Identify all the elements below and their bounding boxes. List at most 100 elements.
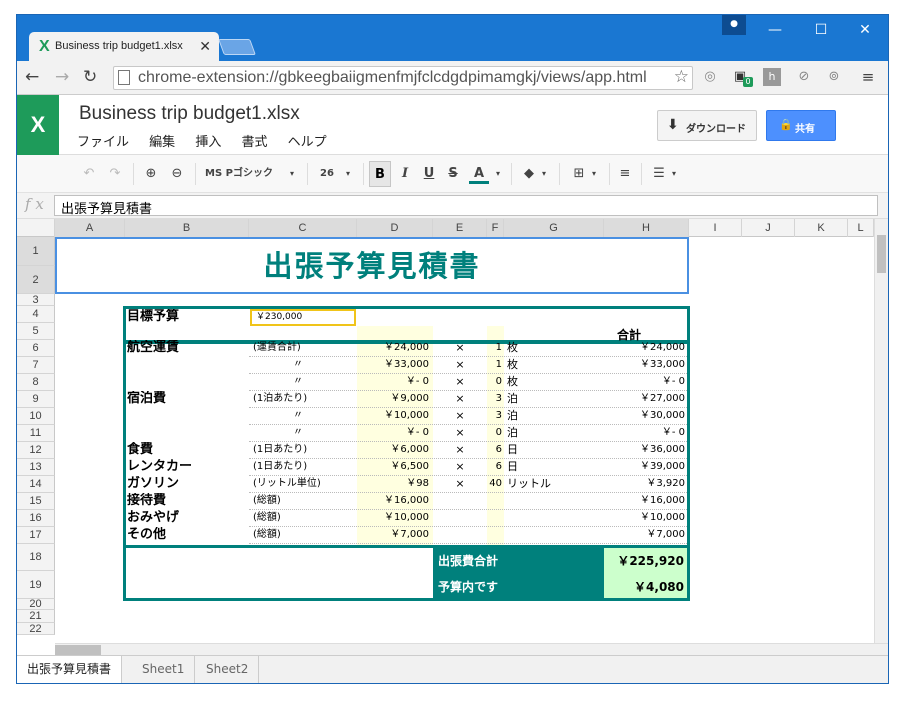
expense-note[interactable]: (総額) [253,510,357,526]
download-button[interactable]: ⬇ ダウンロード [657,110,757,141]
expense-note[interactable]: 〃 [253,357,343,373]
unit-label[interactable]: 枚 [507,340,597,356]
unit-price[interactable]: ￥6,500 [357,459,429,475]
unit-label[interactable]: 枚 [507,357,597,373]
unit-price[interactable]: ￥24,000 [357,340,429,356]
expense-category[interactable]: 航空運賃 [127,340,247,356]
extension-icon-1[interactable]: ◎ [701,68,719,86]
column-header-j[interactable]: J [742,219,795,237]
row-header[interactable]: 12 [17,442,55,459]
menu-icon[interactable]: ≡ [859,68,877,86]
expense-note[interactable]: (1日あたり) [253,442,357,458]
column-header-l[interactable]: L [848,219,874,237]
minimize-button[interactable]: — [752,15,798,47]
line-total[interactable]: ￥39,000 [604,459,685,475]
line-total[interactable]: ￥- 0 [604,425,685,441]
row-header[interactable]: 7 [17,357,55,374]
row-header[interactable]: 22 [17,623,55,635]
line-total[interactable]: ￥16,000 [604,493,685,509]
address-bar[interactable]: chrome-extension://gbkeegbaiigmenfmjfclc… [113,66,693,90]
bookmark-star-icon[interactable]: ☆ [674,67,689,87]
multiply-sign[interactable]: × [433,408,487,424]
quantity[interactable]: 3 [487,408,502,424]
target-budget-value[interactable]: ￥230,000 [250,309,356,326]
row-header[interactable]: 2 [17,266,55,294]
menu-edit[interactable]: 編集 [149,135,175,150]
multiply-sign[interactable]: × [433,357,487,373]
menu-format[interactable]: 書式 [241,135,267,150]
text-color-button[interactable]: A [469,164,489,184]
file-title[interactable]: Business trip budget1.xlsx [79,103,300,125]
expense-note[interactable]: (1泊あたり) [253,391,357,407]
expense-category[interactable]: レンタカー [127,459,247,475]
close-window-button[interactable]: ✕ [842,15,888,47]
multiply-sign[interactable]: × [433,459,487,475]
new-tab-button[interactable] [218,39,256,55]
row-header[interactable]: 5 [17,323,55,340]
column-header-g[interactable]: G [504,219,604,237]
quantity[interactable]: 6 [487,442,502,458]
vertical-scrollbar[interactable] [874,219,888,643]
expense-note[interactable]: 〃 [253,374,343,390]
row-header[interactable]: 11 [17,425,55,442]
row-header[interactable]: 10 [17,408,55,425]
result-value[interactable]: ￥4,080 [604,575,684,599]
extension-icon-5[interactable]: ⊚ [825,68,843,86]
unit-price[interactable]: ￥9,000 [357,391,429,407]
expense-category[interactable]: 宿泊費 [127,391,247,407]
reload-icon[interactable]: ↻ [83,67,97,87]
unit-label[interactable]: 日 [507,459,597,475]
chevron-down-icon[interactable]: ▾ [493,164,503,184]
font-size-select[interactable]: 26 [317,164,337,184]
underline-button[interactable]: U [419,164,439,184]
column-header-i[interactable]: I [689,219,742,237]
column-header-b[interactable]: B [125,219,249,237]
quantity[interactable]: 6 [487,459,502,475]
row-header[interactable]: 9 [17,391,55,408]
browser-tab[interactable]: X Business trip budget1.xlsx ✕ [29,32,219,61]
expense-note[interactable]: 〃 [253,408,343,424]
multiply-sign[interactable]: × [433,374,487,390]
line-total[interactable]: ￥10,000 [604,510,685,526]
row-header[interactable]: 3 [17,294,55,306]
line-total[interactable]: ￥33,000 [604,357,685,373]
bold-button[interactable]: B [369,161,391,187]
quantity[interactable]: 1 [487,340,502,356]
unit-price[interactable]: ￥10,000 [357,510,429,526]
column-header-e[interactable]: E [433,219,487,237]
sheet-tab-sheet1[interactable]: Sheet1 [132,656,196,683]
back-icon[interactable]: ← [25,67,39,87]
column-header-c[interactable]: C [249,219,357,237]
column-header-f[interactable]: F [487,219,504,237]
spreadsheet-grid[interactable]: A B C D E F G H I J K L 1 2 3 4 5 6 7 8 9 10 11 12 1… [17,219,874,643]
line-total[interactable]: ￥7,000 [604,527,685,543]
chevron-down-icon[interactable]: ▾ [669,164,679,184]
row-header[interactable]: 16 [17,510,55,527]
sum-value[interactable]: ￥225,920 [604,549,684,573]
expense-category[interactable]: 接待費 [127,493,247,509]
scroll-thumb[interactable] [55,645,101,655]
row-header[interactable]: 18 [17,544,55,571]
redo-icon[interactable]: ↷ [105,164,125,184]
expense-note[interactable]: 〃 [253,425,343,441]
expense-note[interactable]: (リットル単位) [253,476,357,492]
row-header[interactable]: 15 [17,493,55,510]
wrap-text-icon[interactable]: ≡ [615,164,635,184]
share-button[interactable]: 🔒 共有 [766,110,836,141]
zoom-in-icon[interactable]: ⊕ [141,164,161,184]
quantity[interactable]: 0 [487,374,502,390]
line-total[interactable]: ￥- 0 [604,374,685,390]
expense-category[interactable]: ガソリン [127,476,247,492]
row-header[interactable]: 6 [17,340,55,357]
row-header[interactable]: 13 [17,459,55,476]
column-header-d[interactable]: D [357,219,433,237]
strikethrough-button[interactable]: S [443,164,463,184]
chevron-down-icon[interactable]: ▾ [287,164,297,184]
line-total[interactable]: ￥36,000 [604,442,685,458]
extension-icon-4[interactable]: ⊘ [795,68,813,86]
chevron-down-icon[interactable]: ▾ [343,164,353,184]
unit-label[interactable]: 枚 [507,374,597,390]
line-total[interactable]: ￥27,000 [604,391,685,407]
unit-price[interactable]: ￥- 0 [357,374,429,390]
unit-label[interactable]: リットル [507,476,597,492]
